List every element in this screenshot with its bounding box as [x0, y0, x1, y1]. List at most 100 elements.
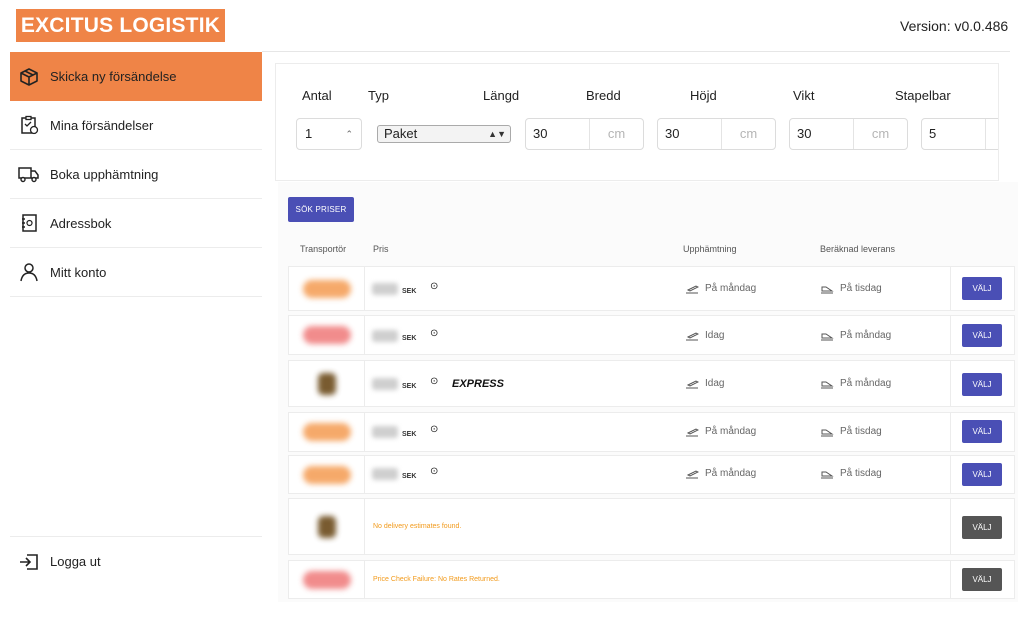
- delivery-cell: På tisdag: [820, 283, 882, 294]
- sidebar-item-label: Adressbok: [50, 215, 112, 231]
- height-value[interactable]: 30: [790, 119, 854, 149]
- label-langd: Längd: [483, 88, 520, 103]
- action-cell: VÄLJ: [950, 267, 1014, 310]
- weight-unit: k: [986, 119, 998, 149]
- table-row: Price Check Failure: No Rates Returned. …: [288, 560, 1015, 599]
- pickup-cell: Idag: [685, 378, 724, 389]
- column-header-delivery: Beräknad leverans: [820, 244, 896, 254]
- select-button[interactable]: VÄLJ: [962, 516, 1002, 539]
- pickup-icon: [686, 331, 699, 340]
- price-results-panel: SÖK PRISER Transportör Pris Upphämtning …: [278, 182, 1018, 602]
- label-vikt: Vikt: [793, 88, 815, 103]
- logout-button[interactable]: Logga ut: [10, 537, 262, 586]
- height-unit: cm: [871, 126, 890, 141]
- pickup-text: På måndag: [705, 426, 757, 437]
- pickup-icon: [686, 469, 699, 478]
- price-value-blurred: [372, 330, 398, 342]
- info-icon[interactable]: ⊙: [430, 328, 438, 339]
- delivery-icon: [821, 286, 834, 293]
- delivery-text: På måndag: [840, 330, 892, 341]
- carrier-logo: [289, 413, 365, 451]
- select-button[interactable]: VÄLJ: [962, 463, 1002, 486]
- column-header-price: Pris: [373, 244, 389, 254]
- action-cell: VÄLJ: [950, 361, 1014, 406]
- sidebar: Skicka ny försändelse Mina försändelser …: [10, 52, 262, 588]
- sidebar-item-label: Boka upphämtning: [50, 166, 159, 182]
- weight-field[interactable]: 5 k: [921, 118, 998, 150]
- label-typ: Typ: [368, 88, 389, 103]
- length-field[interactable]: 30 cm: [525, 118, 644, 150]
- sidebar-item-address-book[interactable]: Adressbok: [10, 199, 262, 248]
- pickup-cell: På måndag: [685, 283, 756, 294]
- shipment-form: Antal Typ Längd Bredd Höjd Vikt Stapelba…: [275, 63, 999, 181]
- sidebar-item-my-account[interactable]: Mitt konto: [10, 248, 262, 297]
- type-selected-value: Paket: [384, 126, 418, 141]
- info-icon[interactable]: ⊙: [430, 281, 438, 292]
- carrier-logo: [289, 267, 365, 310]
- select-button[interactable]: VÄLJ: [962, 277, 1002, 300]
- carrier-logo: [289, 361, 365, 406]
- delivery-icon: [821, 471, 834, 478]
- carrier-logo: [289, 561, 365, 598]
- sidebar-item-label: Skicka ny försändelse: [50, 69, 177, 84]
- address-book-icon: [18, 212, 40, 234]
- select-button[interactable]: VÄLJ: [962, 568, 1002, 591]
- truck-icon: [18, 163, 40, 185]
- select-button[interactable]: VÄLJ: [962, 420, 1002, 443]
- select-button[interactable]: VÄLJ: [962, 373, 1002, 396]
- info-icon[interactable]: ⊙: [430, 466, 438, 477]
- info-icon[interactable]: ⊙: [430, 424, 438, 435]
- quantity-stepper[interactable]: 1 ⌃: [296, 118, 362, 150]
- width-unit: cm: [739, 126, 758, 141]
- delivery-icon: [821, 333, 834, 340]
- currency-label: SEK: [402, 473, 417, 480]
- weight-value[interactable]: 5: [922, 119, 986, 149]
- column-header-pickup: Upphämtning: [683, 244, 737, 254]
- type-select[interactable]: Paket ▲▼: [377, 125, 511, 143]
- table-row: SEK ⊙ På måndag På tisdag VÄLJ: [288, 455, 1015, 494]
- pickup-cell: På måndag: [685, 468, 756, 479]
- sidebar-item-send-shipment[interactable]: Skicka ny försändelse: [10, 52, 262, 101]
- table-row: No delivery estimates found. VÄLJ: [288, 498, 1015, 555]
- info-icon[interactable]: ⊙: [430, 376, 438, 387]
- delivery-cell: På måndag: [820, 378, 891, 389]
- label-hojd: Höjd: [690, 88, 717, 103]
- select-button[interactable]: VÄLJ: [962, 324, 1002, 347]
- search-prices-button[interactable]: SÖK PRISER: [288, 197, 354, 222]
- warning-message: Price Check Failure: No Rates Returned.: [373, 576, 500, 583]
- select-arrows-icon: ▲▼: [488, 129, 506, 139]
- sidebar-item-book-pickup[interactable]: Boka upphämtning: [10, 150, 262, 199]
- delivery-text: På tisdag: [840, 283, 882, 294]
- sidebar-item-label: Mina försändelser: [50, 117, 154, 133]
- carrier-logo: [289, 456, 365, 493]
- price-value-blurred: [372, 283, 398, 295]
- label-antal: Antal: [302, 88, 332, 103]
- pickup-text: Idag: [705, 378, 725, 389]
- action-cell: VÄLJ: [950, 499, 1014, 554]
- table-row: SEK ⊙ På måndag På tisdag VÄLJ: [288, 266, 1015, 311]
- carrier-logo: [289, 316, 365, 354]
- length-value[interactable]: 30: [526, 119, 590, 149]
- delivery-cell: På måndag: [820, 330, 891, 341]
- pickup-cell: Idag: [685, 330, 724, 341]
- currency-label: SEK: [402, 288, 417, 295]
- width-field[interactable]: 30 cm: [657, 118, 776, 150]
- delivery-icon: [821, 429, 834, 436]
- width-value[interactable]: 30: [658, 119, 722, 149]
- table-row: SEK ⊙ EXPRESS Idag På måndag VÄLJ: [288, 360, 1015, 407]
- delivery-text: På tisdag: [840, 468, 882, 479]
- stepper-arrows-icon[interactable]: ⌃: [345, 119, 353, 149]
- sidebar-item-label: Mitt konto: [50, 264, 107, 280]
- pickup-cell: På måndag: [685, 426, 756, 437]
- column-header-carrier: Transportör: [300, 244, 347, 254]
- currency-label: SEK: [402, 335, 417, 342]
- delivery-cell: På tisdag: [820, 426, 882, 437]
- label-stapelbar: Stapelbar: [895, 88, 951, 103]
- price-value-blurred: [372, 468, 398, 480]
- pickup-text: På måndag: [705, 283, 757, 294]
- price-value-blurred: [372, 426, 398, 438]
- sidebar-item-my-shipments[interactable]: Mina försändelser: [10, 101, 262, 150]
- height-field[interactable]: 30 cm: [789, 118, 908, 150]
- action-cell: VÄLJ: [950, 456, 1014, 493]
- quantity-value: 1: [305, 126, 313, 141]
